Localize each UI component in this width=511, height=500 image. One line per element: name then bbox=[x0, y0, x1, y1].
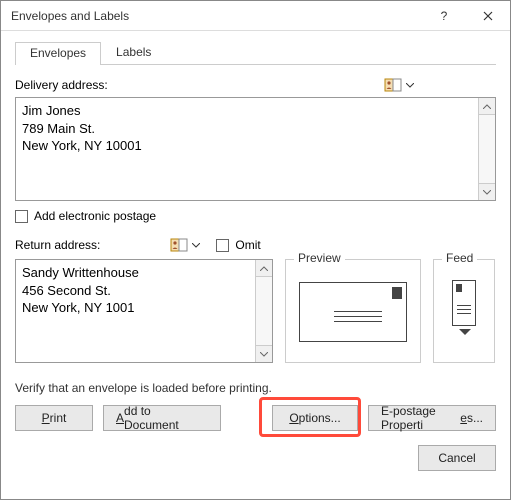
scroll-down-button[interactable] bbox=[478, 183, 495, 200]
delivery-address-field-wrap bbox=[15, 97, 496, 201]
scrollbar-track[interactable] bbox=[255, 277, 272, 345]
address-book-icon bbox=[170, 237, 188, 253]
help-button[interactable]: ? bbox=[422, 1, 466, 31]
envelopes-labels-dialog: Envelopes and Labels ? Envelopes Labels … bbox=[0, 0, 511, 500]
scrollbar-track[interactable] bbox=[478, 115, 495, 183]
scroll-up-button[interactable] bbox=[478, 98, 495, 115]
omit-checkbox[interactable] bbox=[216, 239, 229, 252]
feed-legend: Feed bbox=[442, 251, 477, 265]
chevron-down-icon bbox=[483, 190, 491, 195]
options-button[interactable]: Options... bbox=[272, 405, 358, 431]
chevron-up-icon bbox=[483, 104, 491, 109]
tab-envelopes[interactable]: Envelopes bbox=[15, 42, 101, 65]
close-button[interactable] bbox=[466, 1, 510, 31]
chevron-up-icon bbox=[260, 266, 268, 271]
delivery-address-book-button[interactable] bbox=[384, 77, 416, 93]
return-address-label: Return address: bbox=[15, 238, 100, 252]
verify-text: Verify that an envelope is loaded before… bbox=[15, 381, 496, 395]
add-electronic-postage-label: Add electronic postage bbox=[34, 209, 156, 223]
feed-group[interactable]: Feed bbox=[433, 259, 495, 363]
envelope-preview-icon bbox=[299, 282, 407, 342]
window-title: Envelopes and Labels bbox=[11, 9, 422, 23]
chevron-down-icon bbox=[190, 243, 202, 248]
chevron-down-icon bbox=[260, 352, 268, 357]
print-button[interactable]: Print bbox=[15, 405, 93, 431]
scroll-down-button[interactable] bbox=[255, 345, 272, 362]
preview-group[interactable]: Preview bbox=[285, 259, 421, 363]
e-postage-properties-button[interactable]: E-postage Properties... bbox=[368, 405, 496, 431]
add-electronic-postage-row[interactable]: Add electronic postage bbox=[15, 209, 496, 223]
feed-orientation-icon bbox=[452, 280, 476, 326]
tab-labels[interactable]: Labels bbox=[101, 41, 166, 64]
delivery-address-label: Delivery address: bbox=[15, 78, 108, 92]
omit-label: Omit bbox=[235, 238, 260, 252]
tab-strip: Envelopes Labels bbox=[15, 41, 496, 65]
return-address-input[interactable] bbox=[16, 260, 255, 362]
return-address-field-wrap bbox=[15, 259, 273, 363]
cancel-button[interactable]: Cancel bbox=[418, 445, 496, 471]
address-book-icon bbox=[384, 77, 402, 93]
return-address-book-button[interactable] bbox=[170, 237, 202, 253]
delivery-address-input[interactable] bbox=[16, 98, 478, 200]
omit-row[interactable]: Omit bbox=[216, 238, 260, 252]
preview-legend: Preview bbox=[294, 251, 345, 265]
add-electronic-postage-checkbox[interactable] bbox=[15, 210, 28, 223]
scroll-up-button[interactable] bbox=[255, 260, 272, 277]
title-bar: Envelopes and Labels ? bbox=[1, 1, 510, 31]
close-icon bbox=[483, 11, 493, 21]
chevron-down-icon bbox=[404, 83, 416, 88]
add-to-document-button[interactable]: Add to Document bbox=[103, 405, 221, 431]
